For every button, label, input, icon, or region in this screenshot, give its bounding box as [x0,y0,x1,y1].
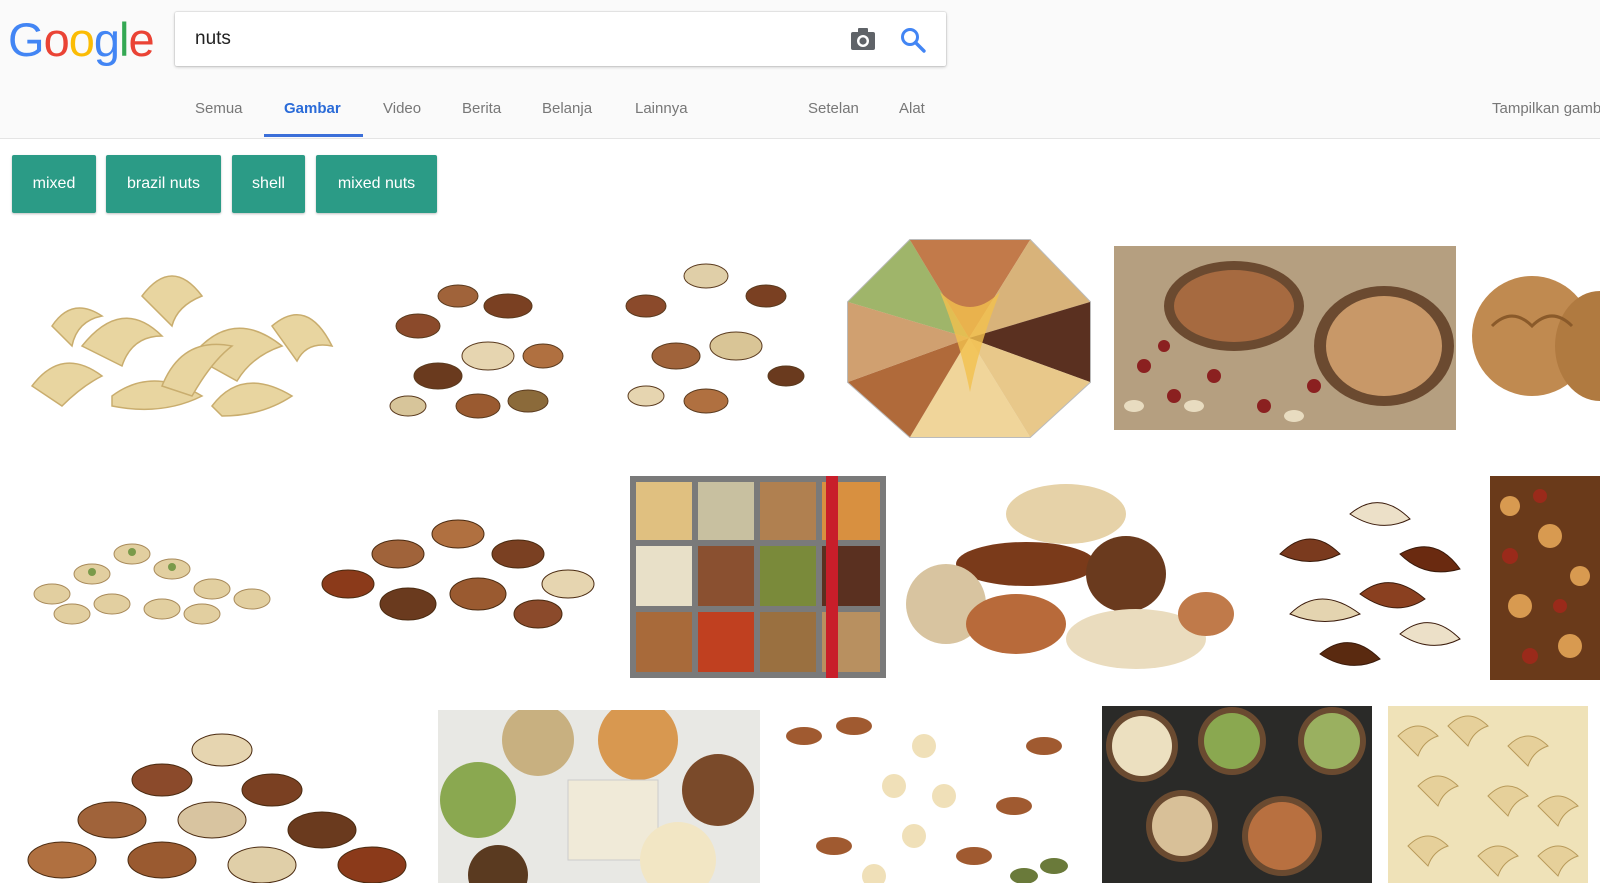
image-result[interactable] [906,474,1234,676]
image-result[interactable] [1388,706,1588,883]
chip-brazil-nuts[interactable]: brazil nuts [106,155,221,213]
image-result[interactable] [774,706,1086,883]
tab-lainnya[interactable]: Lainnya [635,100,688,117]
walnut-image [1472,236,1600,436]
cashew-pile-image [1388,706,1588,883]
image-result[interactable] [12,494,286,638]
image-result[interactable] [12,720,424,883]
nuts-in-wooden-bowls-image [1102,706,1372,883]
image-result[interactable] [1490,476,1600,680]
image-result[interactable] [1250,474,1478,680]
image-result[interactable] [308,494,608,646]
search-box [175,12,946,66]
tools-link[interactable]: Alat [899,100,925,117]
camera-icon[interactable] [849,26,877,52]
mixed-nuts-image [368,236,590,436]
pistachio-image [12,494,286,638]
tab-video[interactable]: Video [383,100,421,117]
image-result[interactable] [368,236,590,436]
image-result[interactable] [1114,246,1456,430]
image-result[interactable] [840,232,1098,444]
chip-mixed[interactable]: mixed [12,155,96,213]
image-result[interactable] [438,710,760,883]
active-tab-indicator [264,134,363,137]
tab-semua[interactable]: Semua [195,100,243,117]
nuts-in-bowls-image [438,710,760,883]
scattered-nuts-image [774,706,1086,883]
tab-gambar[interactable]: Gambar [284,100,341,117]
safe-search-link[interactable]: Tampilkan gamb [1492,100,1600,117]
nut-sampler-box-image [630,476,886,678]
tab-berita[interactable]: Berita [462,100,501,117]
spiced-nuts-image [1490,476,1600,680]
mixed-nuts-pile-image [12,720,424,883]
mixed-nuts-image [308,494,608,646]
header: Google Semua Gambar Video Berita Belanja… [0,0,1600,139]
mixed-nuts-image [606,236,816,436]
image-result[interactable] [630,476,886,678]
image-result[interactable] [606,236,816,436]
search-tabs: Semua Gambar Video Berita Belanja Lainny… [0,78,1600,138]
assorted-nuts-closeup-image [906,474,1234,676]
nuts-in-coconut-bowls-image [1114,246,1456,430]
image-result[interactable] [1102,706,1372,883]
image-result[interactable] [12,236,352,432]
tab-belanja[interactable]: Belanja [542,100,592,117]
google-logo[interactable]: Google [8,14,155,66]
search-input[interactable] [195,24,815,54]
chip-shell[interactable]: shell [232,155,305,213]
image-result[interactable] [1472,236,1600,436]
settings-link[interactable]: Setelan [808,100,859,117]
nut-gift-tray-image [840,232,1098,444]
chip-mixed-nuts[interactable]: mixed nuts [316,155,437,213]
brazil-nuts-image [1250,474,1478,680]
cashew-image [12,236,352,432]
search-icon[interactable] [899,26,927,54]
